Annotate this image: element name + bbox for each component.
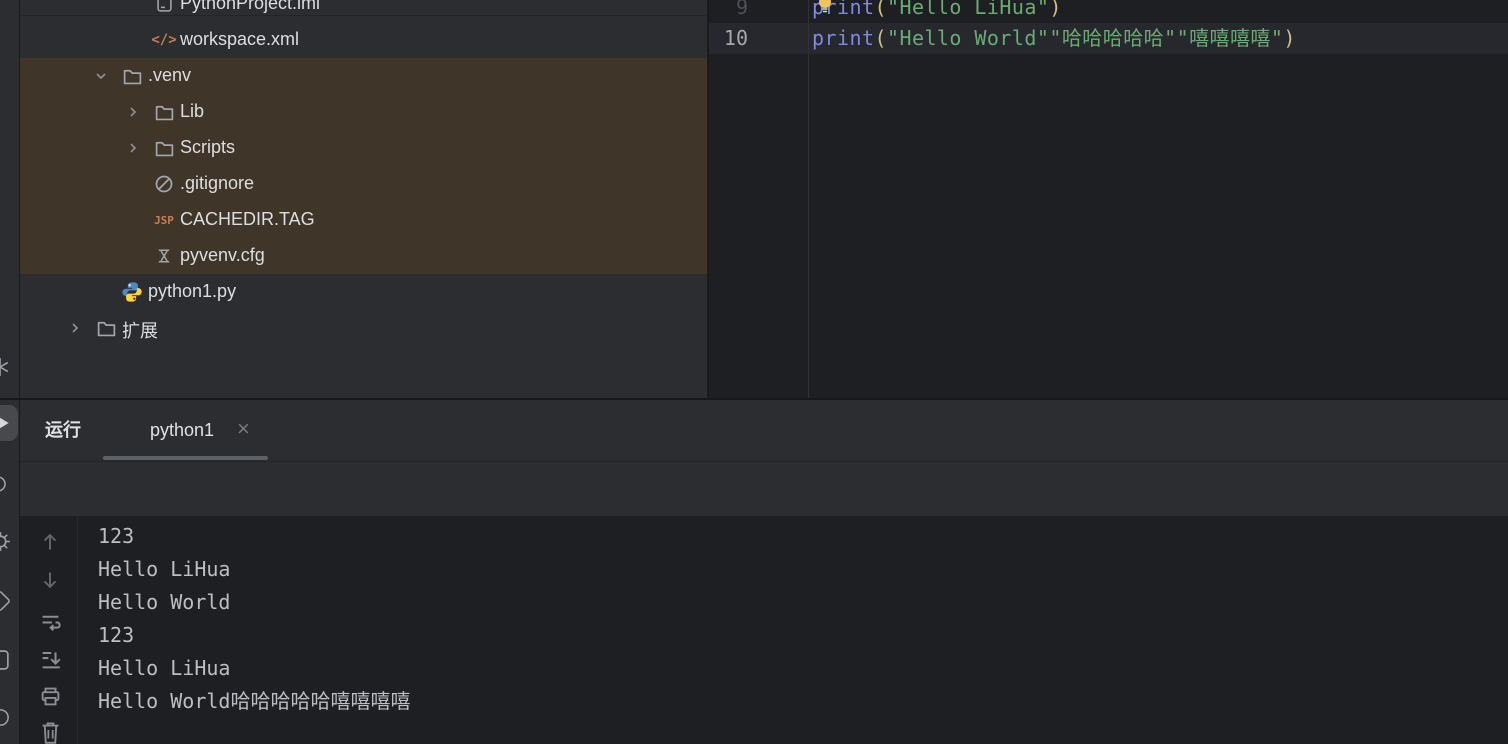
printer-icon bbox=[39, 685, 62, 708]
soft-wrap-icon bbox=[39, 611, 62, 634]
tree-item-workspace-xml[interactable]: </> workspace.xml bbox=[20, 22, 707, 58]
chevron-right-icon[interactable] bbox=[125, 140, 141, 156]
folder-icon bbox=[95, 317, 117, 339]
project-tree[interactable]: PythonProject.iml </> workspace.xml .venv Li… bbox=[20, 0, 707, 398]
xml-file-icon: </> bbox=[151, 32, 177, 48]
tree-item--gitignore[interactable]: .gitignore bbox=[20, 166, 707, 202]
jsp-file-icon: JSP bbox=[154, 213, 174, 227]
scroll-to-end-icon bbox=[39, 648, 62, 671]
bulb-icon[interactable] bbox=[816, 0, 834, 14]
token-paren: ( bbox=[874, 0, 887, 19]
token-string: "嘻嘻嘻嘻" bbox=[1176, 26, 1284, 50]
run-console[interactable]: 123 Hello LiHua Hello World 123 Hello LiHua H… bbox=[20, 516, 1508, 744]
line-number-9: 9 bbox=[735, 0, 748, 19]
arrow-down-icon bbox=[39, 568, 61, 592]
gutter-border bbox=[808, 0, 809, 398]
tree-item-scripts[interactable]: Scripts bbox=[20, 130, 707, 166]
token-builtin: print bbox=[812, 26, 875, 50]
token-paren: ) bbox=[1283, 26, 1296, 50]
chevron-right-icon[interactable] bbox=[67, 320, 83, 336]
tree-item-label: python1.py bbox=[148, 281, 237, 301]
tree-item-label: Scripts bbox=[180, 137, 236, 157]
token-string: "Hello World" bbox=[886, 26, 1050, 50]
tool-window-stripe bbox=[0, 0, 20, 744]
editor-run-splitter[interactable] bbox=[0, 398, 1508, 400]
tree-item-cachedir-tag[interactable]: JSP CACHEDIR.TAG bbox=[20, 202, 707, 238]
token-string: "哈哈哈哈哈" bbox=[1049, 26, 1177, 50]
module-file-icon bbox=[153, 0, 175, 15]
console-line: 123 bbox=[98, 623, 135, 647]
packages-gear-icon[interactable] bbox=[0, 530, 12, 558]
tree-item-label: 扩展 bbox=[122, 321, 158, 341]
commit-star-icon[interactable] bbox=[0, 356, 11, 383]
ignored-file-icon bbox=[153, 173, 175, 195]
trash-icon bbox=[39, 719, 62, 744]
run-tab-label: python1 bbox=[150, 420, 215, 440]
line-number-10: 10 bbox=[723, 26, 748, 50]
pycharm-window: PythonProject.iml </> workspace.xml .venv Li… bbox=[0, 0, 1508, 744]
tree-item-pythonproject-iml[interactable]: PythonProject.iml bbox=[20, 0, 707, 22]
tree-item-python1-py[interactable]: python1.py bbox=[20, 274, 707, 310]
tree-item-label: .gitignore bbox=[180, 173, 255, 193]
soft-wrap-button[interactable] bbox=[38, 610, 62, 634]
run-tab-python1[interactable]: python1 × bbox=[103, 400, 268, 462]
chevron-right-icon[interactable] bbox=[125, 104, 141, 120]
console-line: Hello World哈哈哈哈哈嘻嘻嘻嘻 bbox=[98, 689, 411, 713]
folder-icon bbox=[153, 137, 175, 159]
structure-diamond-icon[interactable] bbox=[0, 590, 11, 617]
tree-item-pyvenv-cfg[interactable]: pyvenv.cfg bbox=[20, 238, 707, 274]
code-line-9[interactable]: print("Hello LiHua") bbox=[812, 0, 1508, 23]
active-tab-indicator bbox=[103, 456, 268, 460]
run-tool-window-header: 运行 python1 × bbox=[0, 400, 1508, 462]
console-line: Hello LiHua bbox=[98, 557, 231, 581]
python-icon bbox=[122, 420, 144, 442]
config-file-icon bbox=[153, 245, 175, 267]
python-file-icon bbox=[121, 281, 143, 303]
close-icon[interactable]: × bbox=[237, 400, 250, 462]
scroll-down-button[interactable] bbox=[38, 568, 62, 592]
code-line-10[interactable]: print("Hello World""哈哈哈哈哈""嘻嘻嘻嘻") bbox=[812, 23, 1508, 54]
console-output[interactable]: 123 Hello LiHua Hello World 123 Hello LiHua H… bbox=[98, 520, 410, 718]
token-paren: ) bbox=[1049, 0, 1062, 19]
debug-icon[interactable] bbox=[0, 473, 10, 500]
console-line: Hello World bbox=[98, 590, 231, 614]
arrow-up-icon bbox=[39, 530, 61, 554]
tree-item-label: Lib bbox=[180, 101, 205, 121]
scroll-up-button[interactable] bbox=[38, 530, 62, 554]
code-editor[interactable]: 9 print("Hello LiHua") 10 print("Hello Worl… bbox=[709, 0, 1508, 398]
run-tool-window-icon-active[interactable] bbox=[0, 405, 18, 441]
chevron-down-icon[interactable] bbox=[93, 68, 109, 84]
console-line: 123 bbox=[98, 524, 135, 548]
tree-item-label: .venv bbox=[148, 65, 192, 85]
clear-button[interactable] bbox=[38, 720, 62, 744]
console-toolbar bbox=[20, 516, 78, 744]
token-string: "Hello LiHua" bbox=[886, 0, 1050, 19]
token-paren: ( bbox=[874, 26, 887, 50]
print-button[interactable] bbox=[38, 684, 62, 708]
tree-item-label: PythonProject.iml bbox=[180, 0, 321, 13]
console-line: Hello LiHua bbox=[98, 656, 231, 680]
folder-icon bbox=[121, 65, 143, 87]
tree-item-扩展[interactable]: 扩展 bbox=[20, 310, 707, 346]
folder-icon bbox=[153, 101, 175, 123]
run-panel-title: 运行 bbox=[45, 420, 81, 440]
run-toolbar bbox=[0, 462, 1508, 516]
terminal-icon[interactable] bbox=[0, 648, 11, 677]
tree-item-label: CACHEDIR.TAG bbox=[180, 209, 315, 229]
tree-item-label: workspace.xml bbox=[180, 29, 300, 49]
clock-icon[interactable] bbox=[0, 707, 11, 733]
tree-item-label: pyvenv.cfg bbox=[180, 245, 265, 265]
tree-item--venv[interactable]: .venv bbox=[20, 58, 707, 94]
scroll-to-end-button[interactable] bbox=[38, 647, 62, 671]
tree-item-lib[interactable]: Lib bbox=[20, 94, 707, 130]
